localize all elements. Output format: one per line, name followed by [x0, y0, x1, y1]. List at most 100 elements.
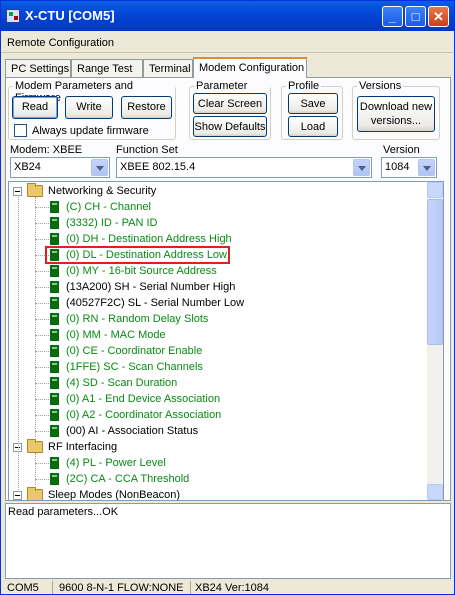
tree-param-item[interactable]: (0) DH - Destination Address High [9, 231, 427, 247]
tree-connector [35, 319, 49, 320]
scroll-down-button[interactable] [427, 484, 443, 500]
tree-param-label: (2C) CA - CCA Threshold [66, 473, 190, 485]
tree-param-label: (1FFE) SC - Scan Channels [66, 361, 203, 373]
tree-param-label: (4) SD - Scan Duration [66, 377, 178, 389]
parameter-icon [50, 393, 59, 405]
tab-pc-settings[interactable]: PC Settings [5, 59, 71, 78]
parameter-icon [50, 473, 59, 485]
parameter-icon [50, 265, 59, 277]
tree-param-item[interactable]: (2C) CA - CCA Threshold [9, 471, 427, 487]
modem-select[interactable]: XB24 [10, 157, 110, 178]
function-set-select[interactable]: XBEE 802.15.4 [116, 157, 372, 178]
parameter-icon [50, 281, 59, 293]
parameter-icon [50, 217, 59, 229]
tree-connector [35, 239, 49, 240]
tree-scrollbar[interactable] [427, 182, 443, 500]
tree-category-networking-label: Networking & Security [48, 185, 157, 197]
clear-screen-button[interactable]: Clear Screen [193, 93, 267, 114]
read-button[interactable]: Read [12, 96, 58, 119]
minimize-button[interactable]: _ [382, 6, 403, 27]
tree-param-label: (00) AI - Association Status [66, 425, 199, 437]
tree-param-label: (0) RN - Random Delay Slots [66, 313, 209, 325]
tree-vline-root [18, 195, 19, 492]
tree-param-label: (0) DH - Destination Address High [66, 233, 232, 245]
tree-connector [35, 479, 49, 480]
app-icon [6, 9, 20, 23]
tree-param-label: (0) A1 - End Device Association [66, 393, 221, 405]
parameter-icon [50, 409, 59, 421]
chevron-down-icon[interactable] [353, 159, 370, 176]
restore-button[interactable]: Restore [121, 96, 172, 119]
tree-param-item[interactable]: (0) MY - 16-bit Source Address [9, 263, 427, 279]
selection-highlight [45, 246, 230, 264]
tree-connector [35, 303, 49, 304]
profile-group: Profile Save Load [281, 80, 343, 140]
tree-param-item[interactable]: (C) CH - Channel [9, 199, 427, 215]
tree-param-item[interactable]: (0) A2 - Coordinator Association [9, 407, 427, 423]
scroll-up-button[interactable] [427, 182, 443, 198]
parameter-icon [50, 297, 59, 309]
tree-param-item[interactable]: (3332) ID - PAN ID [9, 215, 427, 231]
tree-param-item[interactable]: (0) CE - Coordinator Enable [9, 343, 427, 359]
download-versions-button[interactable]: Download new versions... [357, 96, 435, 132]
scroll-thumb[interactable] [427, 199, 443, 345]
parameter-icon [50, 425, 59, 437]
status-settings: 9600 8-N-1 FLOW:NONE [55, 581, 191, 594]
parameter-icon [50, 457, 59, 469]
tree-param-label: (0) MY - 16-bit Source Address [66, 265, 217, 277]
maximize-button[interactable]: □ [405, 6, 426, 27]
menu-bar: Remote Configuration [1, 33, 454, 53]
tree-category-sleep[interactable]: Sleep Modes (NonBeacon) [9, 487, 427, 501]
version-select[interactable]: 1084 [381, 157, 437, 178]
write-button[interactable]: Write [65, 96, 113, 119]
tree-param-item[interactable]: (4) SD - Scan Duration [9, 375, 427, 391]
tree-param-item[interactable]: (0) A1 - End Device Association [9, 391, 427, 407]
tree-connector [35, 223, 49, 224]
show-defaults-button[interactable]: Show Defaults [193, 116, 267, 137]
tree-connector [35, 207, 49, 208]
title-bar[interactable]: X-CTU [COM5] _ □ ✕ [1, 1, 454, 31]
version-select-value: 1084 [385, 161, 410, 173]
always-update-checkbox[interactable] [14, 124, 27, 137]
load-button[interactable]: Load [288, 116, 338, 137]
tab-terminal[interactable]: Terminal [143, 59, 193, 78]
parameter-tree[interactable]: Networking & Security (C) CH - Channel (33… [8, 181, 444, 501]
collapse-icon[interactable] [13, 491, 22, 500]
tree-connector [35, 367, 49, 368]
menu-remote-configuration[interactable]: Remote Configuration [7, 37, 114, 49]
tab-modem-configuration[interactable]: Modem Configuration [193, 57, 307, 78]
tree-connector [35, 463, 49, 464]
tree-param-item[interactable]: (0) MM - MAC Mode [9, 327, 427, 343]
tree-param-label: (3332) ID - PAN ID [66, 217, 158, 229]
parameter-view-group: Parameter View Clear Screen Show Default… [189, 80, 271, 140]
window-title: X-CTU [COM5] [25, 8, 115, 23]
modem-label: Modem: XBEE [10, 144, 83, 156]
tree-param-label: (13A200) SH - Serial Number High [66, 281, 236, 293]
tree-param-item[interactable]: (0) RN - Random Delay Slots [9, 311, 427, 327]
chevron-down-icon[interactable] [91, 159, 108, 176]
parameter-icon [50, 201, 59, 213]
chevron-down-icon[interactable] [418, 159, 435, 176]
status-bar: COM5 9600 8-N-1 FLOW:NONE XB24 Ver:1084 [1, 580, 454, 594]
parameter-icon [50, 233, 59, 245]
status-output: Read parameters...OK [5, 503, 451, 579]
tree-vline [35, 197, 36, 437]
save-button[interactable]: Save [288, 93, 338, 114]
status-device: XB24 Ver:1084 [195, 582, 270, 594]
tree-connector [35, 415, 49, 416]
tree-param-label: (40527F2C) SL - Serial Number Low [66, 297, 245, 309]
tree-param-item[interactable]: (00) AI - Association Status [9, 423, 427, 439]
tab-range-test[interactable]: Range Test [71, 59, 143, 78]
tree-param-item[interactable]: (4) PL - Power Level [9, 455, 427, 471]
tree-param-item[interactable]: (13A200) SH - Serial Number High [9, 279, 427, 295]
tree-category-networking[interactable]: Networking & Security [9, 183, 427, 199]
tree-param-item[interactable]: (1FFE) SC - Scan Channels [9, 359, 427, 375]
tree-param-item[interactable]: (40527F2C) SL - Serial Number Low [9, 295, 427, 311]
close-button[interactable]: ✕ [428, 6, 449, 27]
tree-connector [35, 271, 49, 272]
tree-category-sleep-label: Sleep Modes (NonBeacon) [48, 489, 181, 501]
tree-connector [35, 399, 49, 400]
tree-connector [35, 287, 49, 288]
tree-category-rf[interactable]: RF Interfacing [9, 439, 427, 455]
parameter-icon [50, 329, 59, 341]
